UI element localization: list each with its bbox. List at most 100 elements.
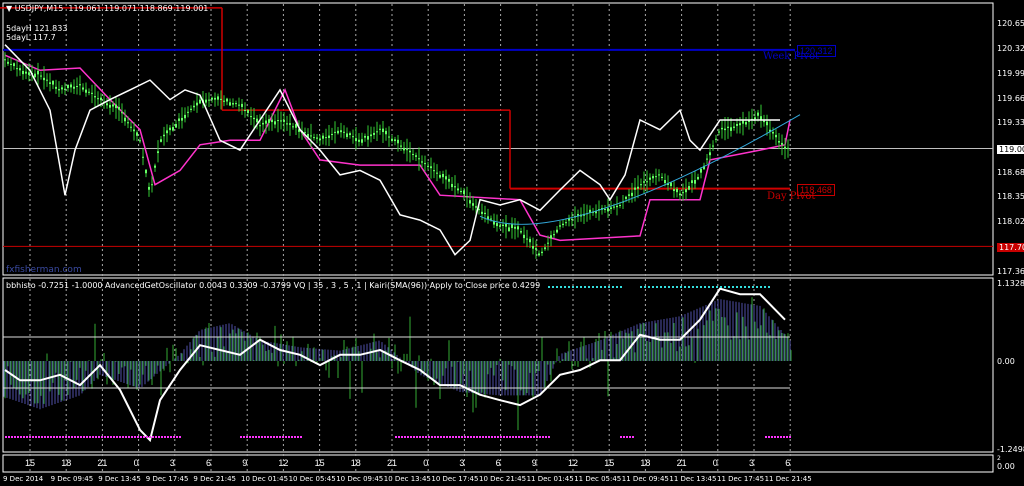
candle-body [256,118,258,123]
magenta-dot [104,436,106,438]
candle-body [625,196,627,199]
candle-body [424,163,426,165]
candle-body [706,158,708,160]
candle-body [643,181,645,183]
magenta-dot [527,436,529,438]
candle-body [784,146,786,149]
third-axis-max: 2 [997,455,1001,462]
candle-body [145,169,147,174]
candle-body [523,234,525,239]
magenta-dot [407,436,409,438]
candle-body [199,99,201,104]
magenta-dot [524,436,526,438]
candle-body [457,188,459,191]
candle-body [115,104,117,109]
candle-body [205,99,207,103]
candle-body [286,123,288,125]
magenta-dot [443,436,445,438]
cyan-dot [720,286,722,288]
hour-label: 21 [387,458,398,468]
magenta-dot [467,436,469,438]
candle-body [376,131,378,133]
candle-body [52,80,54,85]
magenta-dot [434,436,436,438]
magenta-dot [38,436,40,438]
candle-body [433,170,435,172]
candle-body [181,117,183,121]
magenta-dot [288,436,290,438]
cyan-dot [684,286,686,288]
date-label: 11 Dec 09:45 [621,475,669,483]
candle-body [223,100,225,102]
magenta-dot [125,436,127,438]
candle-body [166,130,168,134]
candle-body [232,103,234,105]
magenta-dot [173,436,175,438]
candle-body [394,139,396,142]
candle-body [64,88,66,90]
cyan-dot [604,286,606,288]
cyan-dot [648,286,650,288]
magenta-dot [11,436,13,438]
hour-label: 6 [785,458,791,468]
fiveday-high: 5dayH 121.833 [6,24,68,33]
price-axis-label: 118.680 [997,167,1024,177]
date-label: 11 Dec 01:45 [526,475,574,483]
candle-body [40,75,42,77]
candle-body [454,186,456,188]
date-label: 9 Dec 21:45 [193,475,237,483]
magenta-dot [71,436,73,438]
magenta-dot [533,436,535,438]
candle-body [721,127,723,130]
cyan-dot [744,286,746,288]
magenta-dot [780,436,782,438]
candle-body [538,253,540,256]
magenta-dot [774,436,776,438]
magenta-dot [494,436,496,438]
candle-body [718,131,720,133]
magenta-dot [620,436,622,438]
magenta-dot [246,436,248,438]
candle-body [511,224,513,229]
candle-body [700,168,702,173]
hour-label: 15 [25,458,36,468]
candle-body [214,97,216,100]
candle-body [733,126,735,128]
fiveday-low: 5dayL 117.7 [6,33,56,42]
magenta-dot [107,436,109,438]
magenta-dot [14,436,16,438]
candle-body [484,212,486,215]
magenta-dot [419,436,421,438]
magenta-dot [92,436,94,438]
candle-body [631,192,633,196]
cyan-dot [708,286,710,288]
magenta-dot [249,436,251,438]
magenta-dot [113,436,115,438]
candle-body [499,225,501,227]
candle-body [13,63,15,67]
candle-body [184,114,186,119]
magenta-dot [282,436,284,438]
magenta-dot [542,436,544,438]
magenta-dot [404,436,406,438]
symbol: USDJPY,M15 [14,4,64,13]
cyan-dot [600,286,602,288]
candle-body [361,139,363,143]
candle-body [712,145,714,147]
magenta-dot [485,436,487,438]
candle-body [82,87,84,90]
cyan-dot [612,286,614,288]
candle-body [415,155,417,157]
candle-body [682,192,684,194]
magenta-dot [167,436,169,438]
magenta-dot [95,436,97,438]
magenta-dot [515,436,517,438]
cyan-dot [756,286,758,288]
candle-body [544,247,546,250]
magenta-dot [101,436,103,438]
magenta-dot [270,436,272,438]
date-label: 10 Dec 05:45 [288,475,336,483]
cyan-dot [700,286,702,288]
candle-body [697,176,699,180]
price-chart[interactable] [0,0,1024,486]
